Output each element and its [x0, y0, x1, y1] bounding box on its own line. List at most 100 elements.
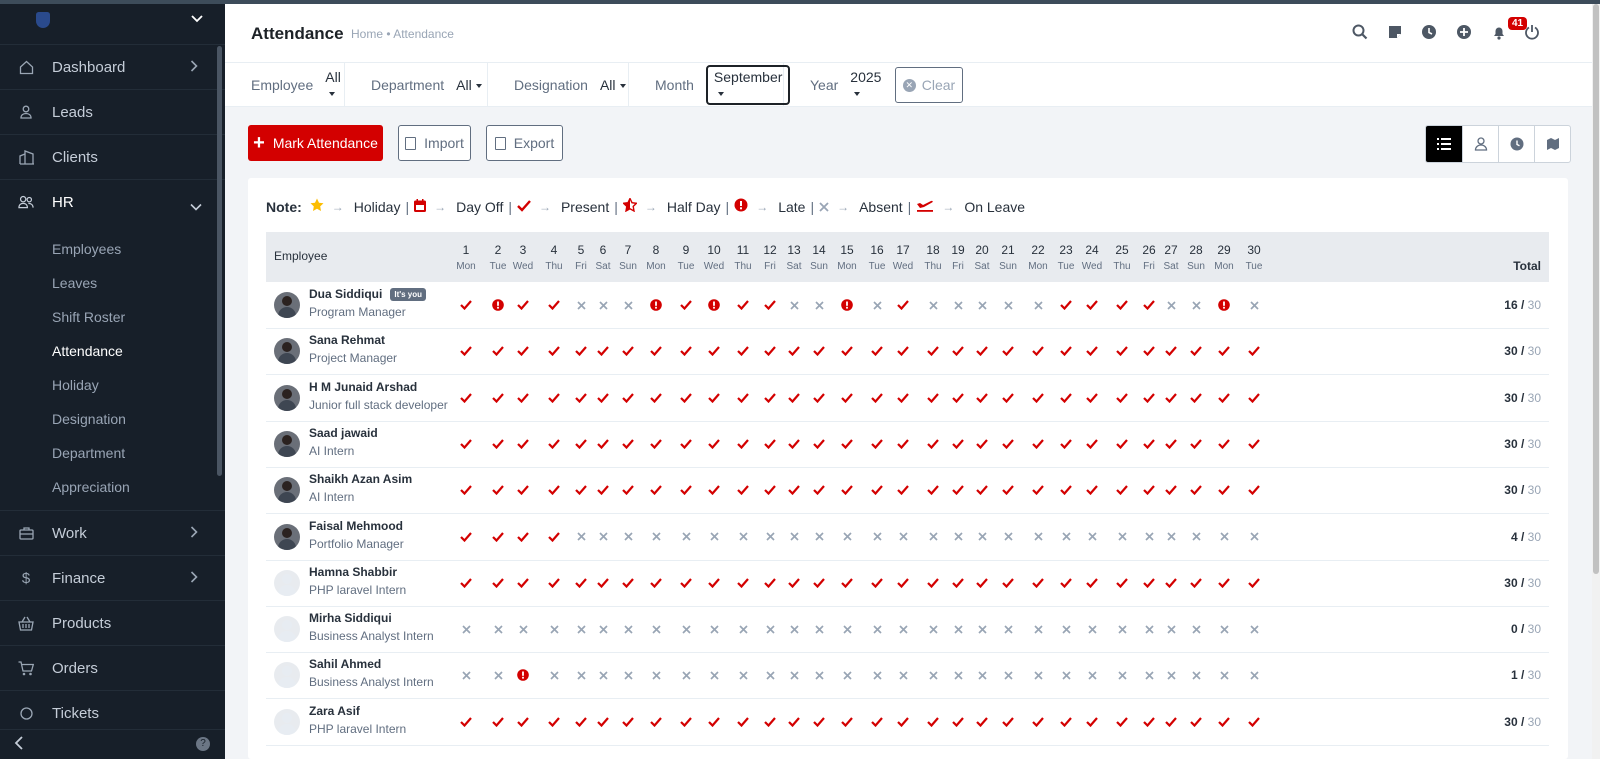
year-filter-select[interactable]: 2025	[850, 69, 887, 101]
absent-times-icon[interactable]	[869, 621, 885, 637]
present-check-icon[interactable]	[786, 343, 802, 359]
absent-times-icon[interactable]	[1141, 667, 1157, 683]
present-check-icon[interactable]	[1114, 714, 1130, 730]
employee-filter-select[interactable]: All	[325, 69, 344, 101]
department-filter-select[interactable]: All	[456, 77, 482, 93]
absent-times-icon[interactable]	[811, 667, 827, 683]
absent-times-icon[interactable]	[1000, 297, 1016, 313]
absent-times-icon[interactable]	[811, 529, 827, 545]
absent-times-icon[interactable]	[1084, 621, 1100, 637]
sidebar-subitem-holiday[interactable]: Holiday	[0, 368, 225, 402]
present-check-icon[interactable]	[839, 390, 855, 406]
present-check-icon[interactable]	[1058, 436, 1074, 452]
avatar[interactable]	[274, 477, 300, 504]
present-check-icon[interactable]	[678, 482, 694, 498]
present-check-icon[interactable]	[515, 343, 531, 359]
present-check-icon[interactable]	[950, 436, 966, 452]
present-check-icon[interactable]	[546, 436, 562, 452]
present-check-icon[interactable]	[1246, 343, 1262, 359]
absent-times-icon[interactable]	[839, 621, 855, 637]
present-check-icon[interactable]	[762, 436, 778, 452]
present-check-icon[interactable]	[573, 714, 589, 730]
collapse-sidebar-icon[interactable]	[14, 736, 24, 753]
present-check-icon[interactable]	[458, 575, 474, 591]
present-check-icon[interactable]	[811, 343, 827, 359]
present-check-icon[interactable]	[974, 575, 990, 591]
absent-times-icon[interactable]	[1163, 297, 1179, 313]
present-check-icon[interactable]	[1084, 482, 1100, 498]
absent-times-icon[interactable]	[595, 529, 611, 545]
designation-filter-select[interactable]: All	[600, 77, 626, 93]
employee-name[interactable]: Dua Siddiqui It's you	[309, 287, 427, 302]
present-check-icon[interactable]	[895, 436, 911, 452]
employee-name[interactable]: Faisal Mehmood	[309, 519, 403, 533]
absent-times-icon[interactable]	[1000, 667, 1016, 683]
import-button[interactable]: Import	[398, 125, 471, 161]
present-check-icon[interactable]	[573, 343, 589, 359]
sidebar-item-finance[interactable]: $ Finance	[0, 555, 225, 600]
present-check-icon[interactable]	[839, 482, 855, 498]
sidebar-item-dashboard[interactable]: Dashboard	[0, 44, 225, 89]
present-check-icon[interactable]	[895, 482, 911, 498]
avatar[interactable]	[274, 523, 300, 550]
present-check-icon[interactable]	[1188, 390, 1204, 406]
absent-times-icon[interactable]	[811, 621, 827, 637]
present-check-icon[interactable]	[869, 482, 885, 498]
present-check-icon[interactable]	[1114, 390, 1130, 406]
present-check-icon[interactable]	[1216, 575, 1232, 591]
absent-times-icon[interactable]	[1114, 529, 1130, 545]
sidebar-item-leads[interactable]: Leads	[0, 89, 225, 134]
present-check-icon[interactable]	[620, 436, 636, 452]
absent-times-icon[interactable]	[762, 621, 778, 637]
present-check-icon[interactable]	[1000, 575, 1016, 591]
present-check-icon[interactable]	[1216, 714, 1232, 730]
present-check-icon[interactable]	[1216, 343, 1232, 359]
present-check-icon[interactable]	[678, 436, 694, 452]
employee-name[interactable]: Sahil Ahmed	[309, 657, 381, 671]
present-check-icon[interactable]	[706, 390, 722, 406]
present-check-icon[interactable]	[678, 297, 694, 313]
present-check-icon[interactable]	[735, 575, 751, 591]
absent-times-icon[interactable]	[762, 529, 778, 545]
absent-times-icon[interactable]	[620, 297, 636, 313]
present-check-icon[interactable]	[1000, 482, 1016, 498]
present-check-icon[interactable]	[573, 436, 589, 452]
absent-times-icon[interactable]	[573, 529, 589, 545]
present-check-icon[interactable]	[1188, 482, 1204, 498]
absent-times-icon[interactable]	[786, 529, 802, 545]
present-check-icon[interactable]	[1000, 714, 1016, 730]
present-check-icon[interactable]	[895, 714, 911, 730]
absent-times-icon[interactable]	[1188, 529, 1204, 545]
absent-times-icon[interactable]	[458, 621, 474, 637]
present-check-icon[interactable]	[546, 714, 562, 730]
avatar[interactable]	[274, 616, 300, 643]
present-check-icon[interactable]	[1188, 714, 1204, 730]
present-check-icon[interactable]	[839, 343, 855, 359]
absent-times-icon[interactable]	[1246, 529, 1262, 545]
absent-times-icon[interactable]	[678, 529, 694, 545]
present-check-icon[interactable]	[869, 436, 885, 452]
present-check-icon[interactable]	[1163, 575, 1179, 591]
present-check-icon[interactable]	[925, 482, 941, 498]
late-exclamation-icon[interactable]	[1216, 297, 1232, 313]
present-check-icon[interactable]	[1084, 390, 1100, 406]
present-check-icon[interactable]	[595, 714, 611, 730]
absent-times-icon[interactable]	[925, 621, 941, 637]
page-scrollbar[interactable]	[1592, 4, 1600, 759]
absent-times-icon[interactable]	[620, 621, 636, 637]
employee-name[interactable]: Saad jawaid	[309, 426, 378, 440]
present-check-icon[interactable]	[1114, 482, 1130, 498]
present-check-icon[interactable]	[811, 575, 827, 591]
present-check-icon[interactable]	[869, 575, 885, 591]
absent-times-icon[interactable]	[678, 667, 694, 683]
avatar[interactable]	[274, 384, 300, 411]
present-check-icon[interactable]	[735, 297, 751, 313]
present-check-icon[interactable]	[458, 714, 474, 730]
absent-times-icon[interactable]	[925, 529, 941, 545]
help-icon[interactable]: ?	[196, 737, 210, 751]
present-check-icon[interactable]	[735, 482, 751, 498]
present-check-icon[interactable]	[573, 482, 589, 498]
present-check-icon[interactable]	[1141, 390, 1157, 406]
present-check-icon[interactable]	[1058, 390, 1074, 406]
present-check-icon[interactable]	[811, 390, 827, 406]
